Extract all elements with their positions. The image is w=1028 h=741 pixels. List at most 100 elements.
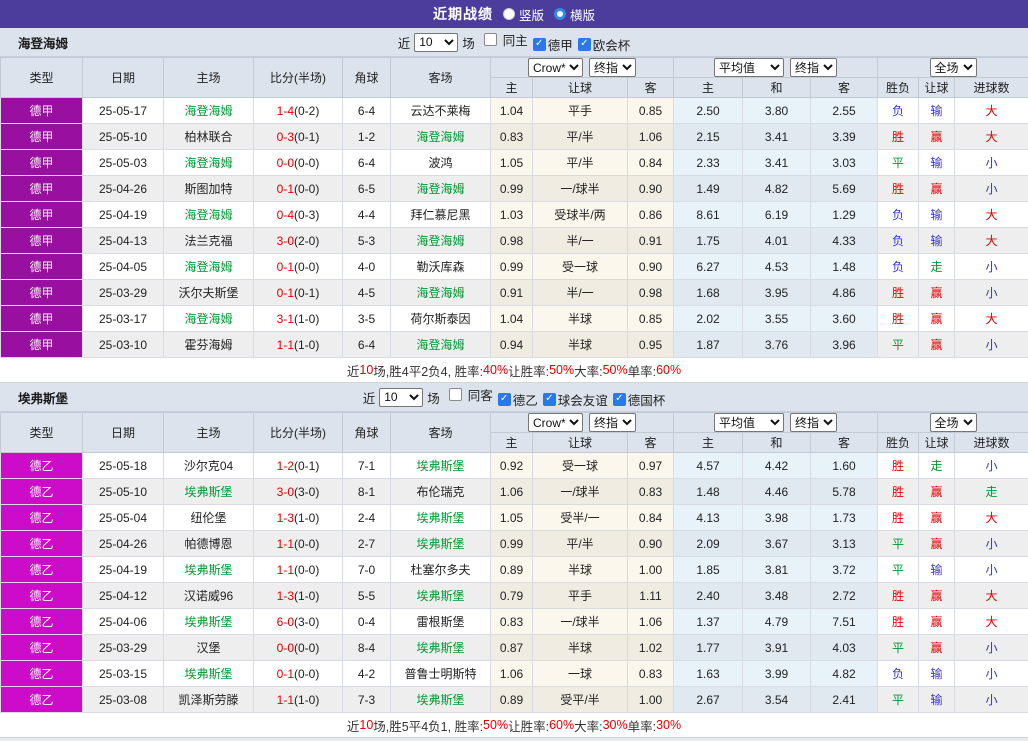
- avg-home: 4.57: [674, 453, 743, 479]
- handicap-line: 半/一: [533, 228, 628, 254]
- result-handicap: 赢: [919, 332, 955, 358]
- handicap-line: 半球: [533, 557, 628, 583]
- corner-score: 1-2: [343, 124, 391, 150]
- league-badge: 德甲: [1, 306, 83, 332]
- away-team: 埃弗斯堡: [391, 583, 491, 609]
- result-wdl: 胜: [878, 453, 919, 479]
- league-badge: 德甲: [1, 150, 83, 176]
- match-row: 德甲25-03-10霍芬海姆1-1(1-0)6-4海登海姆0.94半球0.951…: [1, 332, 1028, 358]
- halftime-score: (3-0): [294, 615, 319, 629]
- layout-option-vertical[interactable]: 竖版: [503, 5, 544, 24]
- scope-select-group: 全场: [878, 413, 1028, 433]
- away-team: 埃弗斯堡: [391, 453, 491, 479]
- match-count-select[interactable]: 10: [379, 388, 423, 407]
- avg-final-select[interactable]: 终指: [790, 58, 837, 77]
- handicap-line: 受球半/两: [533, 202, 628, 228]
- subcol-avg-away: 客: [811, 433, 878, 453]
- checkbox-checked-icon[interactable]: ✓: [613, 393, 626, 406]
- handicap-line: 平/半: [533, 531, 628, 557]
- match-date: 25-04-19: [83, 557, 164, 583]
- corner-score: 3-5: [343, 306, 391, 332]
- summary-segment: 让胜率:: [508, 716, 549, 735]
- filter-bar-team2: 埃弗斯堡 近 10 场 同客✓德乙✓球会友谊✓德国杯: [0, 383, 1028, 412]
- avg-select[interactable]: 平均值: [714, 413, 784, 432]
- avg-away: 3.60: [811, 306, 878, 332]
- result-goals: 小: [955, 254, 1028, 280]
- result-wdl: 平: [878, 531, 919, 557]
- result-goals: 小: [955, 531, 1028, 557]
- scope-select[interactable]: 全场: [930, 413, 977, 432]
- odds-home: 1.05: [491, 150, 533, 176]
- result-wdl: 平: [878, 635, 919, 661]
- match-row: 德乙25-03-29汉堡0-0(0-0)8-4埃弗斯堡0.87半球1.021.7…: [1, 635, 1028, 661]
- subcol-avg-home: 主: [674, 78, 743, 98]
- avg-draw: 3.54: [743, 687, 811, 713]
- odds-home: 1.06: [491, 479, 533, 505]
- result-handicap: 输: [919, 98, 955, 124]
- result-goals: 大: [955, 505, 1028, 531]
- checkbox-unchecked-icon[interactable]: [449, 388, 462, 401]
- result-goals: 大: [955, 98, 1028, 124]
- summary-segment: 30%: [656, 718, 681, 732]
- checkbox-checked-icon[interactable]: ✓: [543, 393, 556, 406]
- score-cell: 0-4(0-3): [254, 202, 343, 228]
- odds-away: 0.98: [628, 280, 674, 306]
- odds-home: 1.04: [491, 306, 533, 332]
- match-row: 德乙25-04-19埃弗斯堡1-1(0-0)7-0杜塞尔多夫0.89半球1.00…: [1, 557, 1028, 583]
- home-team: 海登海姆: [164, 150, 254, 176]
- match-row: 德乙25-03-08凯泽斯劳滕1-1(1-0)7-3埃弗斯堡0.89受平/半1.…: [1, 687, 1028, 713]
- result-wdl: 负: [878, 254, 919, 280]
- checkbox-checked-icon[interactable]: ✓: [498, 393, 511, 406]
- match-date: 25-03-17: [83, 306, 164, 332]
- match-date: 25-04-19: [83, 202, 164, 228]
- odds-company-select[interactable]: Crow*: [528, 58, 583, 77]
- subcol-avg-draw: 和: [743, 78, 811, 98]
- fulltime-score: 0-1: [277, 260, 294, 274]
- handicap-line: 半/一: [533, 280, 628, 306]
- avg-select-group: 平均值终指: [674, 58, 878, 78]
- avg-home: 6.27: [674, 254, 743, 280]
- checkbox-unchecked-icon[interactable]: [484, 33, 497, 46]
- match-date: 25-03-29: [83, 280, 164, 306]
- col-header-corner: 角球: [343, 58, 391, 98]
- odds-final-select[interactable]: 终指: [589, 58, 636, 77]
- match-date: 25-03-10: [83, 332, 164, 358]
- result-handicap: 赢: [919, 583, 955, 609]
- match-count-select[interactable]: 10: [414, 33, 458, 52]
- scope-select[interactable]: 全场: [930, 58, 977, 77]
- match-date: 25-05-17: [83, 98, 164, 124]
- radio-icon-vertical[interactable]: [503, 8, 515, 20]
- checkbox-checked-icon[interactable]: ✓: [578, 38, 591, 51]
- col-header-date: 日期: [83, 58, 164, 98]
- league-badge: 德甲: [1, 176, 83, 202]
- away-team: 埃弗斯堡: [391, 687, 491, 713]
- avg-draw: 3.99: [743, 661, 811, 687]
- fulltime-score: 3-1: [277, 312, 294, 326]
- avg-select[interactable]: 平均值: [714, 58, 784, 77]
- corner-score: 7-3: [343, 687, 391, 713]
- avg-away: 1.60: [811, 453, 878, 479]
- odds-company-select[interactable]: Crow*: [528, 413, 583, 432]
- avg-draw: 3.55: [743, 306, 811, 332]
- score-cell: 1-1(1-0): [254, 687, 343, 713]
- score-cell: 1-3(1-0): [254, 505, 343, 531]
- checkbox-checked-icon[interactable]: ✓: [533, 38, 546, 51]
- halftime-score: (1-0): [294, 589, 319, 603]
- home-team: 沃尔夫斯堡: [164, 280, 254, 306]
- avg-draw: 3.67: [743, 531, 811, 557]
- score-cell: 1-1(0-0): [254, 557, 343, 583]
- avg-final-select[interactable]: 终指: [790, 413, 837, 432]
- col-header-type: 类型: [1, 58, 83, 98]
- radio-icon-horizontal[interactable]: [554, 8, 566, 20]
- result-goals: 小: [955, 635, 1028, 661]
- avg-away: 2.72: [811, 583, 878, 609]
- summary-segment: 近: [347, 361, 360, 380]
- halftime-score: (0-1): [294, 130, 319, 144]
- match-date: 25-05-18: [83, 453, 164, 479]
- filter-checkbox-label: 同客: [468, 385, 493, 404]
- odds-final-select[interactable]: 终指: [589, 413, 636, 432]
- layout-option-horizontal[interactable]: 横版: [554, 5, 595, 24]
- summary-team2: 近10场,胜5平4负1, 胜率:50% 让胜率:60% 大率:30% 单率:30…: [0, 713, 1028, 738]
- match-date: 25-04-26: [83, 531, 164, 557]
- subcol-handicap: 让球: [533, 78, 628, 98]
